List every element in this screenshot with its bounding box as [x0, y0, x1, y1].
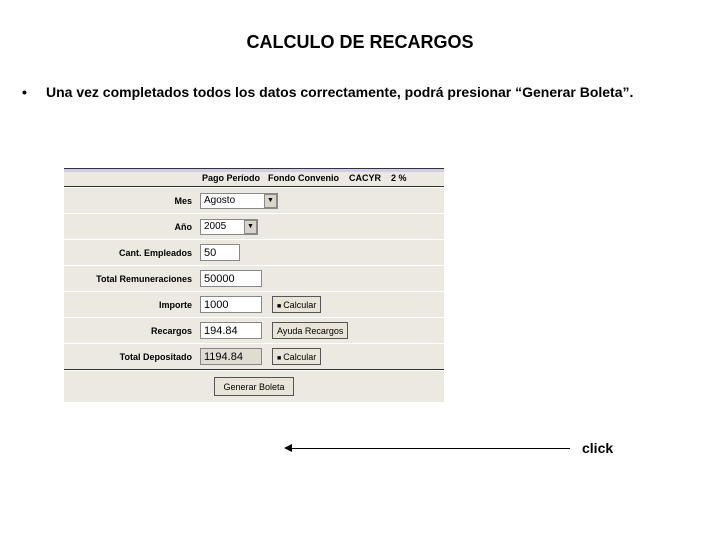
- select-mes-value: Agosto: [204, 195, 262, 206]
- label-mes: Mes: [64, 196, 200, 206]
- instruction-text: Una vez completados todos los datos corr…: [46, 83, 678, 102]
- label-recargos: Recargos: [64, 326, 200, 336]
- input-cant-empleados[interactable]: [200, 244, 240, 261]
- header-cacyr: CACYR: [349, 173, 381, 183]
- page-title: CALCULO DE RECARGOS: [0, 0, 720, 65]
- annotation-click-label: click: [582, 440, 613, 456]
- header-2pct: 2 %: [391, 173, 407, 183]
- select-anio[interactable]: 2005 ▼: [200, 219, 258, 235]
- row-anio: Año 2005 ▼: [64, 213, 444, 239]
- annotation-arrow: [290, 448, 570, 449]
- ayuda-recargos-button[interactable]: Ayuda Recargos: [272, 322, 348, 339]
- select-mes[interactable]: Agosto ▼: [200, 193, 278, 209]
- row-total-dep: Total Depositado Calcular: [64, 343, 444, 369]
- calcular-total-button[interactable]: Calcular: [272, 348, 321, 365]
- header-fondo-convenio: Fondo Convenio: [268, 173, 339, 183]
- footer-row: Generar Boleta: [64, 370, 444, 402]
- row-total-rem: Total Remuneraciones: [64, 265, 444, 291]
- label-importe: Importe: [64, 300, 200, 310]
- row-recargos: Recargos Ayuda Recargos: [64, 317, 444, 343]
- label-anio: Año: [64, 222, 200, 232]
- calcular-importe-button[interactable]: Calcular: [272, 296, 321, 313]
- input-importe[interactable]: [200, 296, 262, 313]
- chevron-down-icon[interactable]: ▼: [264, 194, 277, 208]
- chevron-down-icon[interactable]: ▼: [244, 220, 257, 234]
- instruction-row: • Una vez completados todos los datos co…: [0, 65, 720, 102]
- row-cant: Cant. Empleados: [64, 239, 444, 265]
- form-header: Pago Período Fondo Convenio CACYR 2 %: [64, 168, 444, 186]
- generar-boleta-button[interactable]: Generar Boleta: [214, 377, 293, 396]
- form-panel: Pago Período Fondo Convenio CACYR 2 % Me…: [64, 168, 444, 402]
- input-total-remuneraciones[interactable]: [200, 270, 262, 287]
- select-anio-value: 2005: [204, 221, 242, 232]
- label-total-rem: Total Remuneraciones: [64, 274, 200, 284]
- label-cant: Cant. Empleados: [64, 248, 200, 258]
- input-total-depositado: [200, 348, 262, 365]
- row-mes: Mes Agosto ▼: [64, 187, 444, 213]
- arrow-line: [290, 448, 570, 449]
- row-importe: Importe Calcular: [64, 291, 444, 317]
- input-recargos[interactable]: [200, 322, 262, 339]
- arrow-head-icon: [284, 444, 292, 452]
- label-total-dep: Total Depositado: [64, 352, 200, 362]
- bullet-marker: •: [22, 83, 46, 102]
- header-pago-periodo: Pago Período: [202, 173, 260, 183]
